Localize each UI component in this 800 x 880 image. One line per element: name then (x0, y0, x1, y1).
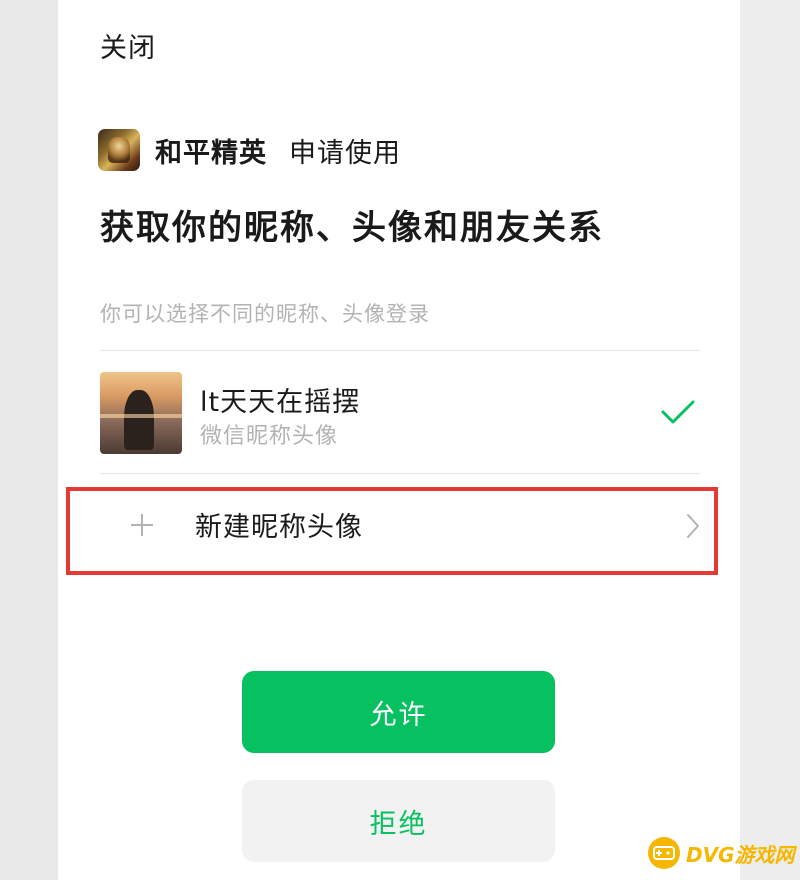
new-profile-button[interactable]: 新建昵称头像 (66, 487, 718, 575)
check-icon (661, 400, 695, 424)
backdrop-left (0, 0, 58, 880)
app-name: 和平精英 (155, 137, 267, 169)
gamepad-icon (648, 837, 680, 869)
chevron-right-icon (687, 514, 699, 538)
permission-title: 获取你的昵称、头像和朋友关系 (100, 208, 604, 248)
avatar (100, 372, 182, 454)
app-request-row: 和平精英 申请使用 (98, 128, 401, 172)
permission-hint: 你可以选择不同的昵称、头像登录 (100, 302, 430, 326)
profile-subtitle: 微信昵称头像 (200, 424, 339, 449)
backdrop-right (740, 0, 800, 880)
close-button[interactable]: 关闭 (100, 26, 156, 65)
game-app-icon (98, 129, 140, 171)
divider-top (100, 350, 700, 351)
watermark-text: DVG游戏网 (686, 842, 795, 867)
plus-icon (131, 514, 153, 536)
app-request-text: 申请使用 (289, 137, 401, 169)
deny-button[interactable]: 拒绝 (242, 780, 555, 862)
new-profile-label: 新建昵称头像 (195, 512, 363, 543)
profile-option-wechat[interactable]: lt天天在摇摆 微信昵称头像 (100, 352, 700, 472)
allow-button[interactable]: 允许 (242, 671, 555, 753)
divider-bottom (100, 473, 700, 474)
profile-name: lt天天在摇摆 (200, 387, 361, 418)
watermark: DVG游戏网 (648, 832, 795, 874)
